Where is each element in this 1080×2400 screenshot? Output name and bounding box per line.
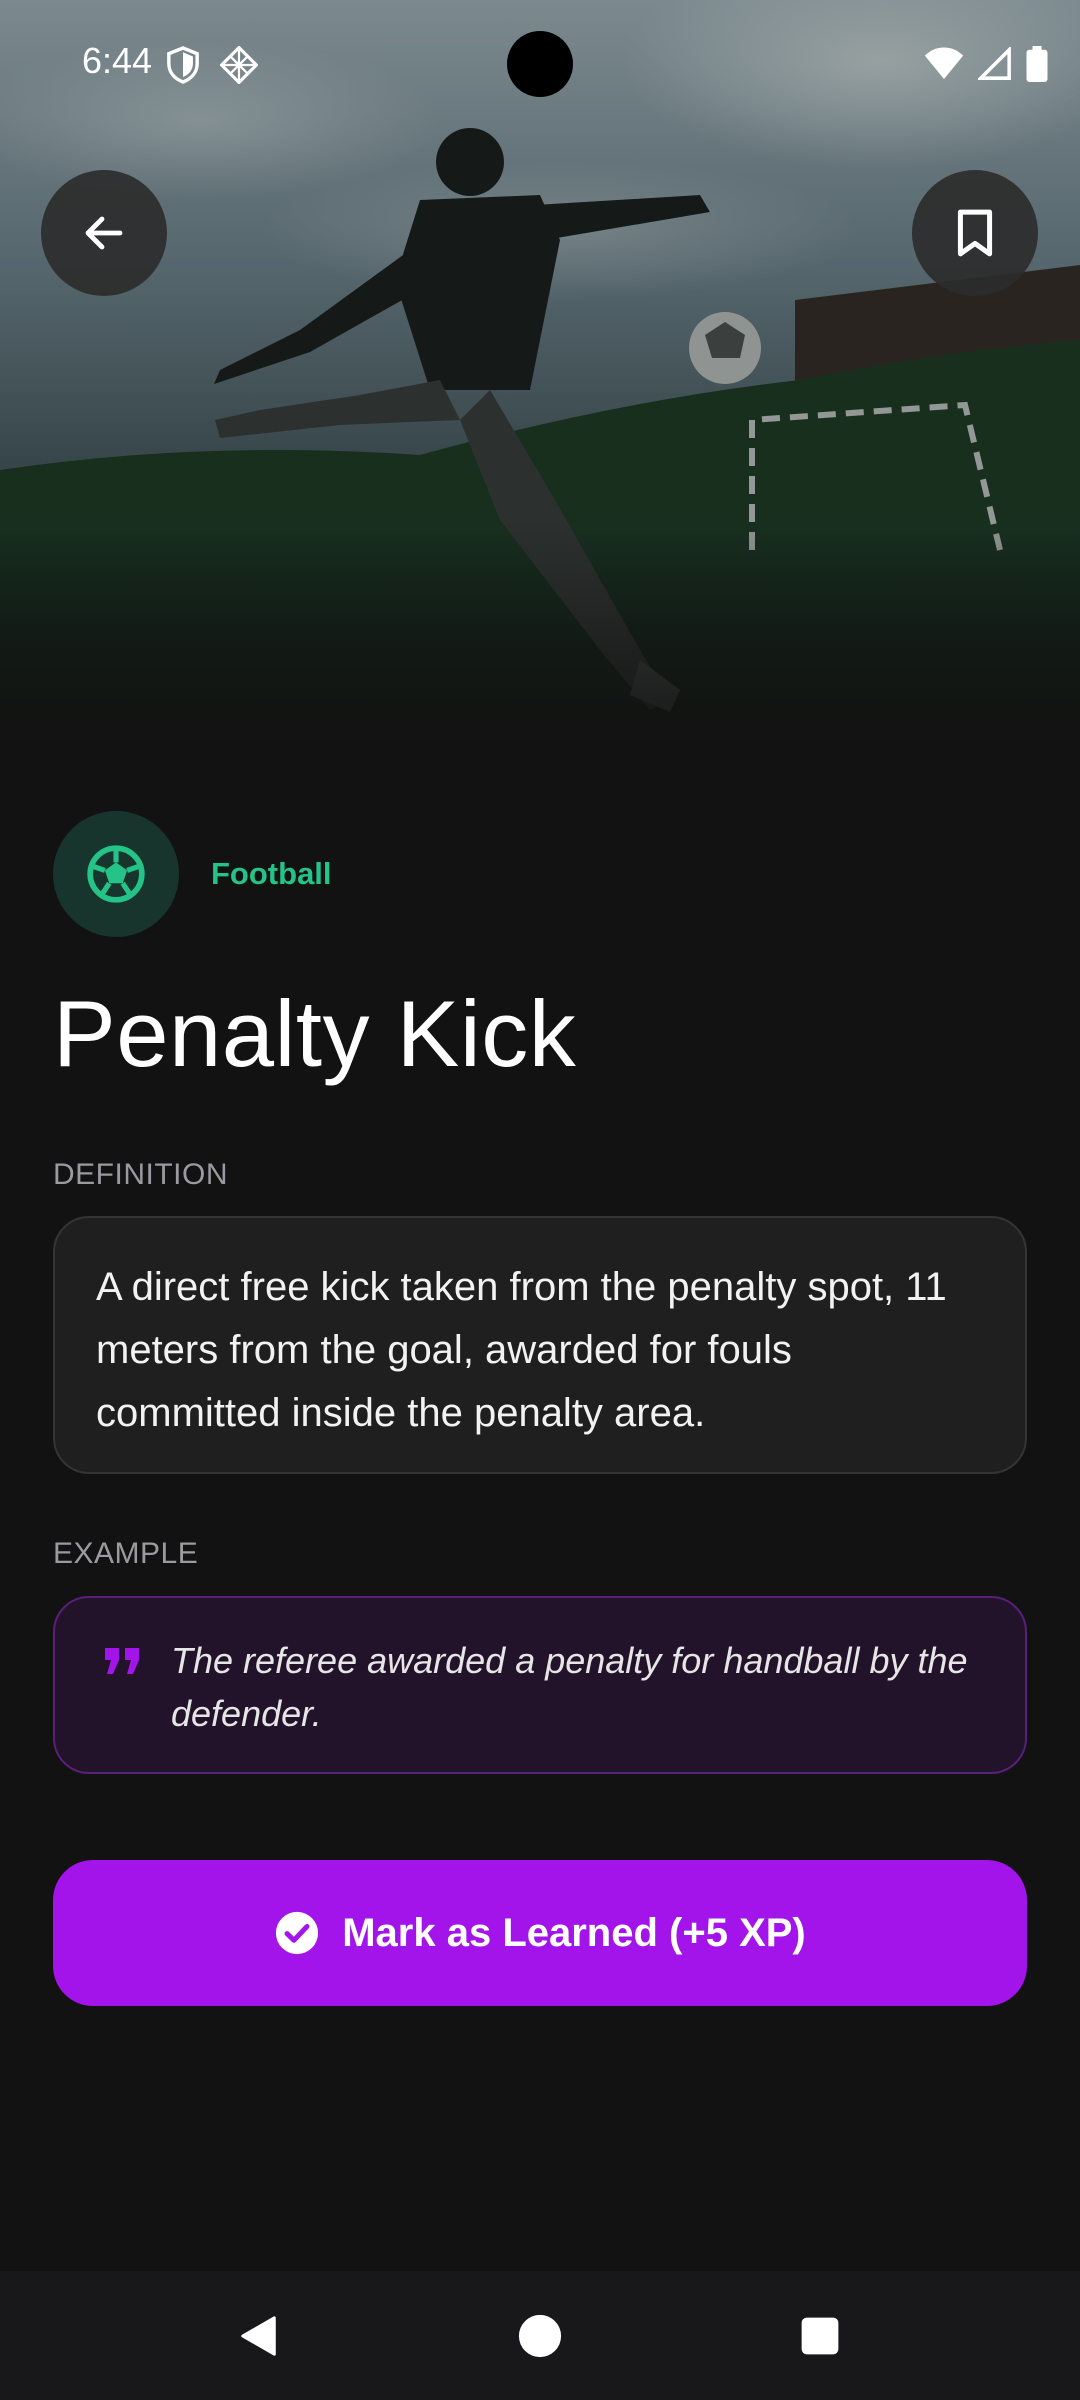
nav-back-icon xyxy=(241,2315,276,2356)
quote-icon xyxy=(105,1648,139,1674)
example-card: The referee awarded a penalty for handba… xyxy=(53,1596,1027,1774)
arrow-left-icon xyxy=(85,216,123,250)
category-chip: Football xyxy=(53,811,332,937)
term-title: Penalty Kick xyxy=(53,981,577,1086)
diamond-grid-icon xyxy=(220,46,258,84)
soccer-ball-icon xyxy=(87,845,145,903)
mark-learned-label: Mark as Learned (+5 XP) xyxy=(342,1910,806,1955)
wifi-icon xyxy=(924,47,964,79)
mark-learned-button[interactable]: Mark as Learned (+5 XP) xyxy=(53,1860,1027,2006)
category-badge xyxy=(53,811,179,937)
nav-back-button[interactable] xyxy=(216,2271,302,2400)
system-nav-bar xyxy=(0,2271,1080,2400)
nav-recents-icon xyxy=(801,2317,839,2354)
nav-home-icon xyxy=(518,2314,562,2357)
example-text: The referee awarded a penalty for handba… xyxy=(171,1640,968,1734)
definition-text: A direct free kick taken from the penalt… xyxy=(96,1265,947,1435)
category-label: Football xyxy=(211,856,332,891)
bookmark-icon xyxy=(957,209,993,257)
example-label: EXAMPLE xyxy=(53,1537,199,1570)
definition-label: DEFINITION xyxy=(53,1158,228,1191)
status-time: 6:44 xyxy=(82,40,153,81)
battery-icon xyxy=(1026,46,1048,82)
definition-card: A direct free kick taken from the penalt… xyxy=(53,1216,1027,1474)
nav-home-button[interactable] xyxy=(497,2271,583,2400)
bookmark-button[interactable] xyxy=(912,170,1038,296)
nav-recents-button[interactable] xyxy=(777,2271,863,2400)
check-circle-icon xyxy=(276,1911,319,1955)
signal-icon xyxy=(978,47,1011,80)
camera-cutout xyxy=(507,31,573,97)
back-button[interactable] xyxy=(41,170,167,296)
shield-icon xyxy=(167,46,199,84)
